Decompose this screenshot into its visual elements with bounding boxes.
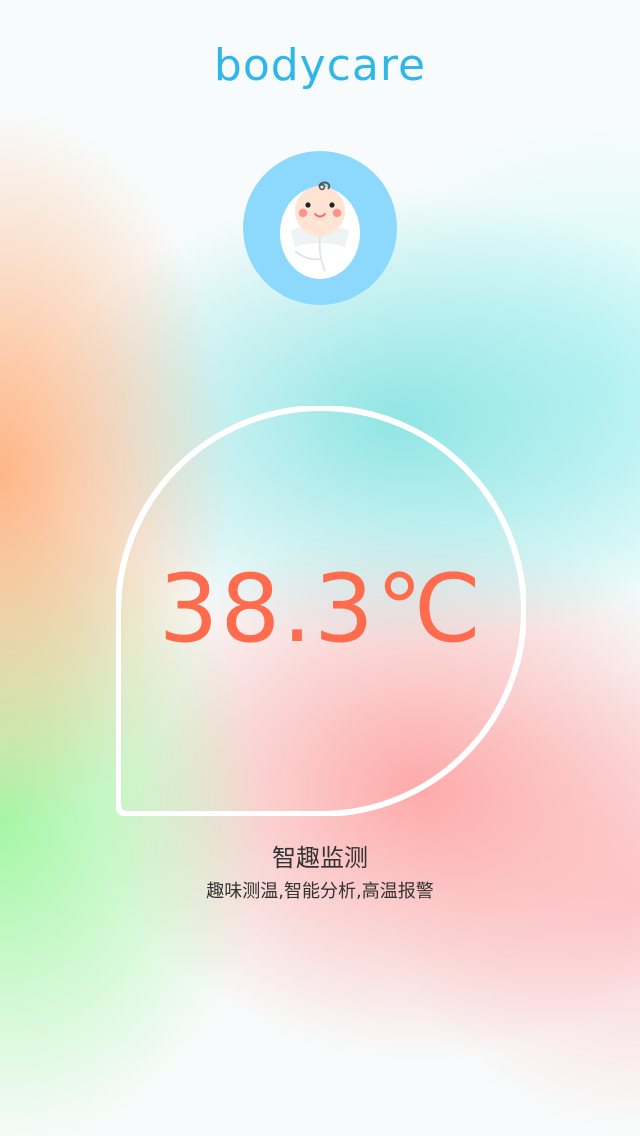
brand-logo: bodycare <box>213 40 427 91</box>
baby-icon <box>280 181 360 279</box>
feature-description: 趣味测温,智能分析,高温报警 <box>206 881 434 902</box>
baby-avatar[interactable] <box>243 151 397 305</box>
feature-title: 智趣监测 <box>272 844 368 872</box>
temperature-value: 38.3℃ <box>158 555 484 664</box>
